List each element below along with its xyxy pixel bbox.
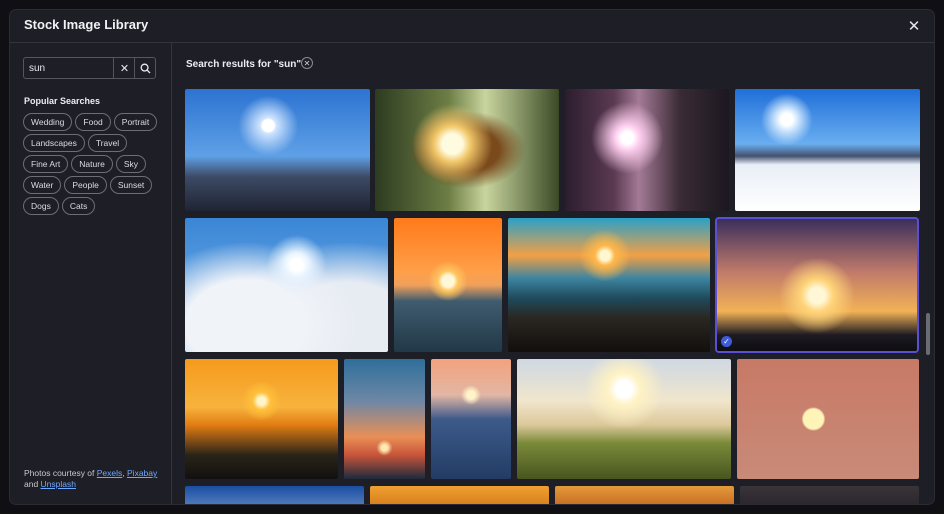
image-result[interactable] — [565, 89, 729, 211]
search-results: Search results for "sun" ✕ ✓ — [172, 43, 934, 504]
tag-people[interactable]: People — [64, 176, 107, 194]
modal-title: Stock Image Library — [24, 17, 149, 32]
close-icon[interactable]: ✕ — [113, 58, 135, 78]
popular-searches-heading: Popular Searches — [24, 96, 101, 106]
image-result[interactable] — [737, 359, 919, 479]
photo-credits: Photos courtesy of Pexels, Pixabay and Un… — [24, 468, 164, 490]
image-result[interactable] — [431, 359, 511, 479]
image-result[interactable] — [185, 218, 388, 352]
tag-cats[interactable]: Cats — [61, 197, 96, 215]
stock-image-library-modal: Stock Image Library ✕ ✕ Popular Searches… — [10, 10, 934, 504]
close-icon[interactable]: ✕ — [906, 18, 922, 34]
close-icon[interactable]: ✕ — [301, 57, 313, 69]
image-result[interactable] — [185, 359, 338, 479]
image-result[interactable] — [555, 486, 734, 504]
credits-text: Photos courtesy of — [24, 468, 97, 478]
tag-fine-art[interactable]: Fine Art — [23, 155, 69, 173]
image-result[interactable] — [517, 359, 731, 479]
modal-header: Stock Image Library ✕ — [10, 10, 934, 43]
check-icon: ✓ — [721, 336, 732, 347]
search-box: ✕ — [23, 57, 156, 79]
tag-water[interactable]: Water — [23, 176, 62, 194]
image-result[interactable] — [394, 218, 502, 352]
image-result[interactable] — [735, 89, 920, 211]
tag-sky[interactable]: Sky — [115, 155, 146, 173]
results-heading: Search results for "sun" — [186, 59, 302, 70]
tag-travel[interactable]: Travel — [87, 134, 128, 152]
image-result[interactable] — [344, 359, 425, 479]
tag-food[interactable]: Food — [75, 113, 111, 131]
tag-landscapes[interactable]: Landscapes — [23, 134, 85, 152]
image-result[interactable] — [185, 486, 364, 504]
tag-wedding[interactable]: Wedding — [23, 113, 73, 131]
pexels-link[interactable]: Pexels — [97, 468, 123, 478]
scrollbar[interactable] — [926, 313, 930, 355]
image-result[interactable] — [375, 89, 559, 211]
credits-separator: and — [24, 479, 41, 489]
tag-nature[interactable]: Nature — [71, 155, 113, 173]
image-result[interactable] — [508, 218, 710, 352]
image-result[interactable] — [370, 486, 549, 504]
tag-sunset[interactable]: Sunset — [109, 176, 153, 194]
search-icon[interactable] — [134, 58, 156, 78]
image-result[interactable]: ✓ — [717, 219, 917, 351]
tag-portrait[interactable]: Portrait — [113, 113, 158, 131]
sidebar: ✕ Popular Searches Wedding Food Portrait… — [10, 43, 172, 504]
tag-dogs[interactable]: Dogs — [23, 197, 59, 215]
popular-searches-tags: Wedding Food Portrait Landscapes Travel … — [23, 113, 163, 215]
search-input[interactable] — [24, 58, 114, 78]
image-result[interactable] — [185, 89, 370, 211]
image-result[interactable] — [740, 486, 919, 504]
unsplash-link[interactable]: Unsplash — [41, 479, 76, 489]
pixabay-link[interactable]: Pixabay — [127, 468, 157, 478]
